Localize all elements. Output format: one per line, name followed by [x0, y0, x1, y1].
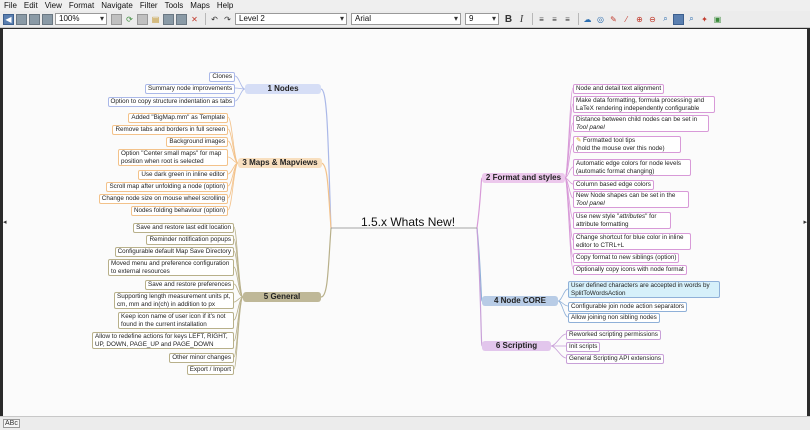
zoom-in-icon[interactable]: ⌕: [660, 14, 671, 25]
align-left-icon[interactable]: ≡: [536, 14, 547, 25]
menu-file[interactable]: File: [4, 0, 17, 11]
node-init-scripts[interactable]: Init scripts: [566, 342, 601, 352]
node-child-distance[interactable]: Distance between child nodes can be set …: [573, 115, 709, 132]
node-moved-menu[interactable]: Moved menu and preference configuration …: [108, 259, 234, 276]
menu-maps[interactable]: Maps: [190, 0, 210, 11]
node-summary[interactable]: Summary node improvements: [145, 84, 235, 94]
back-icon[interactable]: ◀: [3, 13, 14, 25]
node-other-minor[interactable]: Other minor changes: [169, 353, 234, 363]
branch-general[interactable]: 5 General: [243, 292, 321, 302]
node-clones[interactable]: Clones: [209, 72, 235, 82]
node-join-non-sibling[interactable]: Allow joining non sibling nodes: [568, 313, 660, 323]
zoom-out-icon[interactable]: ⌕: [686, 14, 697, 25]
branch-core[interactable]: 4 Node CORE: [482, 296, 558, 306]
edge-color-icon[interactable]: ✎: [608, 14, 619, 25]
new-map-icon[interactable]: [29, 13, 40, 25]
lock-icon[interactable]: ▣: [712, 14, 723, 25]
node-last-edit-location[interactable]: Save and restore last edit location: [133, 223, 234, 233]
node-save-preferences[interactable]: Save and restore preferences: [145, 280, 234, 290]
save-icon[interactable]: [163, 13, 174, 25]
zoom-select[interactable]: 100%: [55, 13, 107, 25]
node-column-edge-colors[interactable]: Column based edge colors: [573, 180, 654, 190]
menu-tools[interactable]: Tools: [165, 0, 184, 11]
scroll-left-icon[interactable]: ◂: [3, 218, 7, 226]
save-all-icon[interactable]: [176, 13, 187, 25]
node-remove-tabs[interactable]: Remove tabs and borders in full screen: [112, 125, 228, 135]
node-formatted-tooltips[interactable]: ✎ Formatted tool tips (hold the mouse ove…: [573, 136, 681, 153]
add-icon[interactable]: ⊕: [634, 14, 645, 25]
menu-bar: File Edit View Format Navigate Filter To…: [0, 0, 810, 11]
node-scripting-permissions[interactable]: Reworked scripting permissions: [566, 330, 661, 340]
bubble-icon[interactable]: ◎: [595, 14, 606, 25]
status-bar: ABc: [0, 416, 810, 430]
node-bigmap-template[interactable]: Added "BigMap.mm" as Template: [128, 113, 228, 123]
open-map-icon[interactable]: [42, 13, 53, 25]
status-indicator: ABc: [3, 419, 20, 428]
node-dark-green[interactable]: Use dark green in inline editor: [138, 170, 228, 180]
node-blue-shortcut[interactable]: Change shortcut for blue color in inline…: [573, 233, 691, 250]
bold-button[interactable]: B: [503, 14, 514, 25]
node-edge-colors[interactable]: Automatic edge colors for node levels (a…: [573, 159, 691, 176]
node-change-node-size[interactable]: Change node size on mouse wheel scrollin…: [98, 194, 228, 204]
node-join-separators[interactable]: Configurable join node action separators: [568, 302, 688, 312]
filter-icon[interactable]: ✦: [699, 14, 710, 25]
cut-icon[interactable]: [111, 13, 122, 25]
node-save-directory[interactable]: Configurable default Map Save Directory: [114, 247, 234, 257]
zoom-fit-icon[interactable]: [673, 13, 684, 25]
node-folding-behaviour[interactable]: Nodes folding behaviour (option): [130, 206, 228, 216]
menu-filter[interactable]: Filter: [140, 0, 158, 11]
node-redefine-actions[interactable]: Allow to redefine actions for keys LEFT,…: [92, 332, 234, 349]
cloud-icon[interactable]: ☁: [582, 14, 593, 25]
node-text-alignment[interactable]: Node and detail text alignment: [573, 84, 665, 94]
node-api-extensions[interactable]: General Scripting API extensions: [566, 354, 665, 364]
menu-format[interactable]: Format: [69, 0, 94, 11]
branch-maps[interactable]: 3 Maps & Mapviews: [238, 158, 322, 168]
node-scroll-map[interactable]: Scroll map after unfolding a node (optio…: [106, 182, 228, 192]
node-copy-structure[interactable]: Option to copy structure indentation as …: [107, 97, 235, 107]
branch-format[interactable]: 2 Format and styles: [482, 173, 565, 183]
node-reminder-popups[interactable]: Reminder notification popups: [146, 235, 234, 245]
menu-view[interactable]: View: [45, 0, 62, 11]
italic-button[interactable]: I: [516, 14, 527, 25]
menu-help[interactable]: Help: [217, 0, 233, 11]
font-family-select[interactable]: Arial: [351, 13, 461, 25]
align-center-icon[interactable]: ≡: [549, 14, 560, 25]
pencil-icon: ✎: [576, 137, 582, 144]
branch-nodes[interactable]: 1 Nodes: [245, 84, 321, 94]
node-copy-icons[interactable]: Optionally copy icons with node format: [573, 265, 687, 275]
menu-navigate[interactable]: Navigate: [101, 0, 133, 11]
map-canvas[interactable]: ◂ ▸ 1.5.x Whats New! 1 Nodes Clones Summ…: [3, 29, 807, 416]
scroll-right-icon[interactable]: ▸: [803, 218, 807, 226]
undo-icon[interactable]: ↶: [209, 14, 220, 25]
node-node-shapes[interactable]: New Node shapes can be set in the Tool pa…: [573, 191, 689, 208]
copy-icon[interactable]: [137, 13, 148, 25]
node-keep-icon-name[interactable]: Keep icon name of user icon if it's not …: [118, 312, 234, 329]
level-select[interactable]: Level 2: [235, 13, 347, 25]
node-attributes-style[interactable]: Use new style "attributes" for attribute…: [573, 212, 671, 229]
redo-icon[interactable]: ↷: [222, 14, 233, 25]
toolbar: ◀ 100% ⟳ ▤ ✕ ↶ ↷ Level 2 Arial 9 B I ≡ ≡…: [0, 11, 810, 28]
root-node[interactable]: 1.5.x Whats New!: [361, 215, 455, 229]
font-size-select[interactable]: 9: [465, 13, 499, 25]
node-background-images[interactable]: Background images: [166, 137, 228, 147]
menu-edit[interactable]: Edit: [24, 0, 38, 11]
node-user-defined-chars[interactable]: User defined characters are accepted in …: [568, 281, 720, 298]
remove-format-icon[interactable]: ⁄: [621, 14, 632, 25]
node-center-small-maps[interactable]: Option "Center small maps" for map posit…: [118, 149, 228, 166]
node-export-import[interactable]: Export / Import: [186, 365, 234, 375]
node-data-formatting[interactable]: Make data formatting, formula processing…: [573, 96, 715, 113]
folder-icon[interactable]: ▤: [150, 14, 161, 25]
forward-icon[interactable]: [16, 13, 27, 25]
refresh-icon[interactable]: ⟳: [124, 14, 135, 25]
node-copy-format[interactable]: Copy format to new siblings (option): [573, 253, 680, 263]
remove-icon[interactable]: ⊖: [647, 14, 658, 25]
close-icon[interactable]: ✕: [189, 14, 200, 25]
align-right-icon[interactable]: ≡: [562, 14, 573, 25]
branch-scripting[interactable]: 6 Scripting: [482, 341, 551, 351]
node-length-units[interactable]: Supporting length measurement units pt, …: [114, 292, 234, 309]
